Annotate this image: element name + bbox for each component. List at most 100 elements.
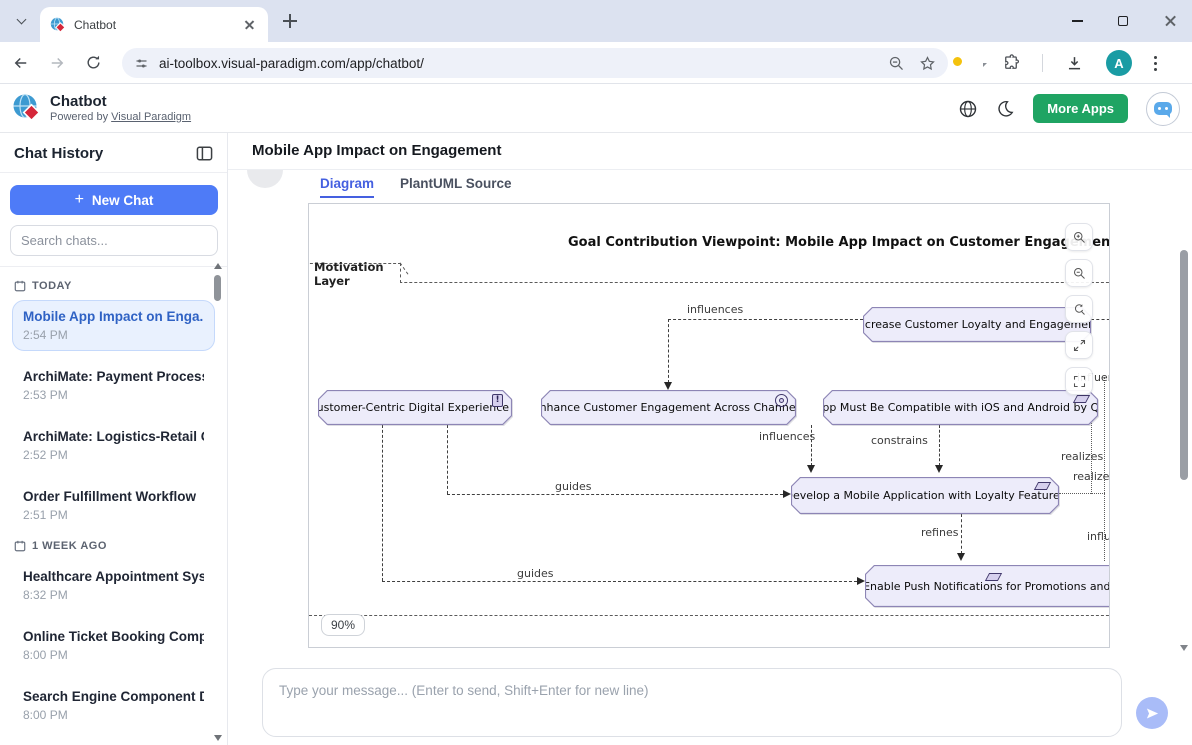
moon-icon <box>996 99 1015 118</box>
visual-paradigm-link[interactable]: Visual Paradigm <box>111 111 191 123</box>
section-header-today: TODAY <box>14 280 213 292</box>
arrowhead-down-icon <box>664 382 672 390</box>
diagram-reset-zoom-button[interactable] <box>1065 295 1093 323</box>
plus-icon: + <box>75 191 84 209</box>
main-scrollbar-thumb[interactable] <box>1180 250 1188 480</box>
chat-history-item[interactable]: CRM System Component Dia... <box>12 740 215 745</box>
scroll-top-button[interactable] <box>247 170 283 188</box>
downloads-button[interactable] <box>1065 54 1084 73</box>
principle-icon: ! <box>492 394 503 407</box>
chat-history-sidebar: Chat History +New Chat TODAY Mobile App … <box>0 133 228 745</box>
extensions-button[interactable] <box>1002 54 1020 72</box>
collapse-sidebar-icon[interactable] <box>196 146 213 161</box>
language-globe-button[interactable] <box>958 99 978 119</box>
reload-button[interactable] <box>78 48 108 78</box>
chat-widget-button[interactable] <box>1146 92 1180 126</box>
page-zoom-button[interactable] <box>888 55 905 72</box>
chat-history-item[interactable]: ArchiMate: Logistics-Retail C... 2:52 PM <box>12 420 215 471</box>
toolbar-separator <box>1042 54 1043 72</box>
diagram-title: Goal Contribution Viewpoint: Mobile App … <box>568 235 1110 250</box>
zoom-out-magnifier-icon <box>888 55 905 72</box>
more-apps-button[interactable]: More Apps <box>1033 94 1128 123</box>
app-title: Chatbot <box>50 93 191 110</box>
zoom-in-icon <box>1072 230 1087 245</box>
browser-menu-button[interactable] <box>1154 56 1157 71</box>
browser-window: Chatbot ai-toolbox.visual-paradigm.com/a… <box>0 0 1192 745</box>
download-icon <box>1065 54 1084 73</box>
sidebar-scrollbar-thumb[interactable] <box>214 275 221 301</box>
scroll-down-arrow-icon[interactable] <box>214 735 222 741</box>
back-button[interactable] <box>6 48 36 78</box>
fullscreen-brackets-icon <box>1072 374 1087 389</box>
send-button[interactable] <box>1136 697 1168 729</box>
browser-tab-chatbot[interactable]: Chatbot <box>40 7 268 42</box>
diagram-expand-button[interactable] <box>1065 331 1093 359</box>
url-text: ai-toolbox.visual-paradigm.com/app/chatb… <box>159 56 874 71</box>
visual-paradigm-logo-icon <box>12 93 42 123</box>
diagram-node-requirement-push-notifications: Enable Push Notifications for Promotions… <box>865 565 1110 607</box>
chat-history-item[interactable]: Order Fulfillment Workflow 2:51 PM <box>12 480 215 531</box>
edge-realizes-1 <box>1059 493 1105 494</box>
main-scrollbar[interactable] <box>1178 181 1190 651</box>
edge-influences-1 <box>668 319 669 383</box>
url-bar[interactable]: ai-toolbox.visual-paradigm.com/app/chatb… <box>122 48 948 78</box>
tab-search-button[interactable] <box>8 8 34 34</box>
profile-avatar[interactable]: A <box>1106 50 1132 76</box>
tab-plantuml-source[interactable]: PlantUML Source <box>400 176 512 196</box>
minimize-icon <box>1072 20 1083 21</box>
maximize-icon <box>1118 16 1128 26</box>
section-header-1-week-ago: 1 WEEK AGO <box>14 540 213 552</box>
chat-history-item[interactable]: Online Ticket Booking Comp... 8:00 PM <box>12 620 215 671</box>
edge-guides-2 <box>382 425 383 581</box>
chat-history-item[interactable]: ArchiMate: Payment Process ... 2:53 PM <box>12 360 215 411</box>
forward-button[interactable] <box>42 48 72 78</box>
edge-label-realizes: realizes <box>1073 470 1110 483</box>
scroll-down-arrow-icon[interactable] <box>1180 645 1188 651</box>
motivation-layer-label: Motivation Layer <box>308 263 401 283</box>
zoom-out-icon <box>1072 266 1087 281</box>
diagram-tabs: Diagram PlantUML Source <box>308 176 1110 203</box>
diagram-zoom-out-button[interactable] <box>1065 259 1093 287</box>
window-minimize-button[interactable] <box>1054 0 1100 42</box>
message-input[interactable] <box>262 668 1122 737</box>
dark-mode-button[interactable] <box>996 99 1015 118</box>
sidebar-scrollbar[interactable] <box>213 263 223 743</box>
new-chat-button[interactable]: +New Chat <box>10 185 218 215</box>
download-badge-icon <box>952 56 963 67</box>
window-close-button[interactable] <box>1146 0 1192 42</box>
tab-close-icon[interactable] <box>242 17 258 33</box>
browser-tabstrip: Chatbot <box>0 0 1192 42</box>
new-tab-button[interactable] <box>278 9 302 33</box>
chat-history-item-selected[interactable]: Mobile App Impact on Enga... 2:54 PM <box>12 300 215 351</box>
sidebar-title: Chat History <box>14 145 103 162</box>
chatbot-bubble-icon <box>1154 102 1172 115</box>
diagram-viewport[interactable]: Goal Contribution Viewpoint: Mobile App … <box>308 203 1110 648</box>
app-header: Chatbot Powered by Visual Paradigm More … <box>0 84 1192 133</box>
calendar-icon <box>14 280 26 292</box>
bookmark-star-button[interactable] <box>919 55 936 72</box>
puzzle-icon <box>1002 54 1020 72</box>
edge-label-influences: influences <box>759 430 815 443</box>
star-icon <box>919 55 936 72</box>
chat-history-item[interactable]: Search Engine Component D... 8:00 PM <box>12 680 215 731</box>
chat-history-item[interactable]: Healthcare Appointment Sys... 8:32 PM <box>12 560 215 611</box>
goal-icon <box>775 394 788 407</box>
chevron-down-icon <box>16 15 26 25</box>
scroll-up-arrow-icon[interactable] <box>214 263 222 269</box>
edge-guides-2 <box>382 581 857 582</box>
globe-icon <box>958 99 978 119</box>
diagram-fullscreen-button[interactable] <box>1065 367 1093 395</box>
main-content: Mobile App Impact on Engagement Diagram … <box>228 133 1192 745</box>
send-paper-plane-icon <box>1145 706 1160 721</box>
diagram-node-goal-enhance-engagement: Enhance Customer Engagement Across Chann… <box>541 390 796 425</box>
tab-favicon-visual-paradigm-icon <box>50 17 66 33</box>
message-input-bar <box>228 655 1192 745</box>
diagram-zoom-in-button[interactable] <box>1065 223 1093 251</box>
diagram-message-card: Diagram PlantUML Source Goal Contributio… <box>308 176 1110 650</box>
edge-label-refines: refines <box>921 526 958 539</box>
chat-messages-area: Diagram PlantUML Source Goal Contributio… <box>228 170 1192 655</box>
search-chats-input[interactable] <box>10 225 218 256</box>
window-maximize-button[interactable] <box>1100 0 1146 42</box>
site-settings-tune-icon <box>134 56 149 71</box>
tab-diagram[interactable]: Diagram <box>320 176 374 198</box>
